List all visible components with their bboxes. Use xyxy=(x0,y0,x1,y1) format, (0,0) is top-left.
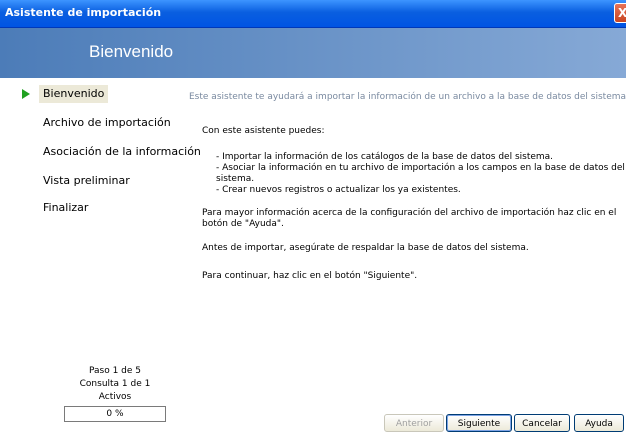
import-wizard-window: Asistente de importación X Bienvenido Bi… xyxy=(0,0,626,434)
subtitle-text: Con este asistente puedes: xyxy=(202,126,325,136)
backup-text: Antes de importar, asegúrate de respalda… xyxy=(202,243,529,253)
content-pane: Este asistente te ayudará a importar la … xyxy=(186,78,626,434)
progress-bar: 0 % xyxy=(64,406,166,422)
back-button[interactable]: Anterior xyxy=(384,414,444,432)
step-counter: Paso 1 de 5 xyxy=(88,366,142,376)
list-item: - Crear nuevos registros o actualizar lo… xyxy=(216,185,461,195)
wizard-steps-sidebar: Bienvenido Archivo de importación Asocia… xyxy=(0,78,201,434)
progress-area: Paso 1 de 5 Consulta 1 de 1 Activos 0 % xyxy=(60,365,170,422)
status-label: Activos xyxy=(98,392,132,402)
help-text: Para mayor información acerca de la conf… xyxy=(202,208,617,229)
current-step-arrow-icon xyxy=(22,89,30,99)
step-vista-preliminar: Vista preliminar xyxy=(43,174,130,187)
close-button[interactable]: X xyxy=(614,3,626,23)
list-item: - Importar la información de los catálog… xyxy=(216,152,554,162)
intro-text: Este asistente te ayudará a importar la … xyxy=(189,92,626,102)
window-title: Asistente de importación xyxy=(5,6,162,19)
step-finalizar: Finalizar xyxy=(43,201,89,214)
header-banner: Bienvenido xyxy=(0,28,626,78)
step-asociacion-informacion: Asociación de la información xyxy=(43,145,201,158)
feature-list: - Importar la información de los catálog… xyxy=(216,152,626,196)
step-bienvenido: Bienvenido xyxy=(39,85,109,103)
list-item: - Asociar la información en tu archivo d… xyxy=(216,163,625,184)
query-counter: Consulta 1 de 1 xyxy=(79,379,151,389)
next-button[interactable]: Siguiente xyxy=(446,414,512,432)
help-button[interactable]: Ayuda xyxy=(574,414,624,432)
continue-text: Para continuar, haz clic en el botón "Si… xyxy=(202,271,418,281)
cancel-button[interactable]: Cancelar xyxy=(514,414,570,432)
title-bar[interactable]: Asistente de importación X xyxy=(0,0,626,28)
page-heading: Bienvenido xyxy=(89,42,174,61)
step-archivo-importacion: Archivo de importación xyxy=(43,116,171,129)
